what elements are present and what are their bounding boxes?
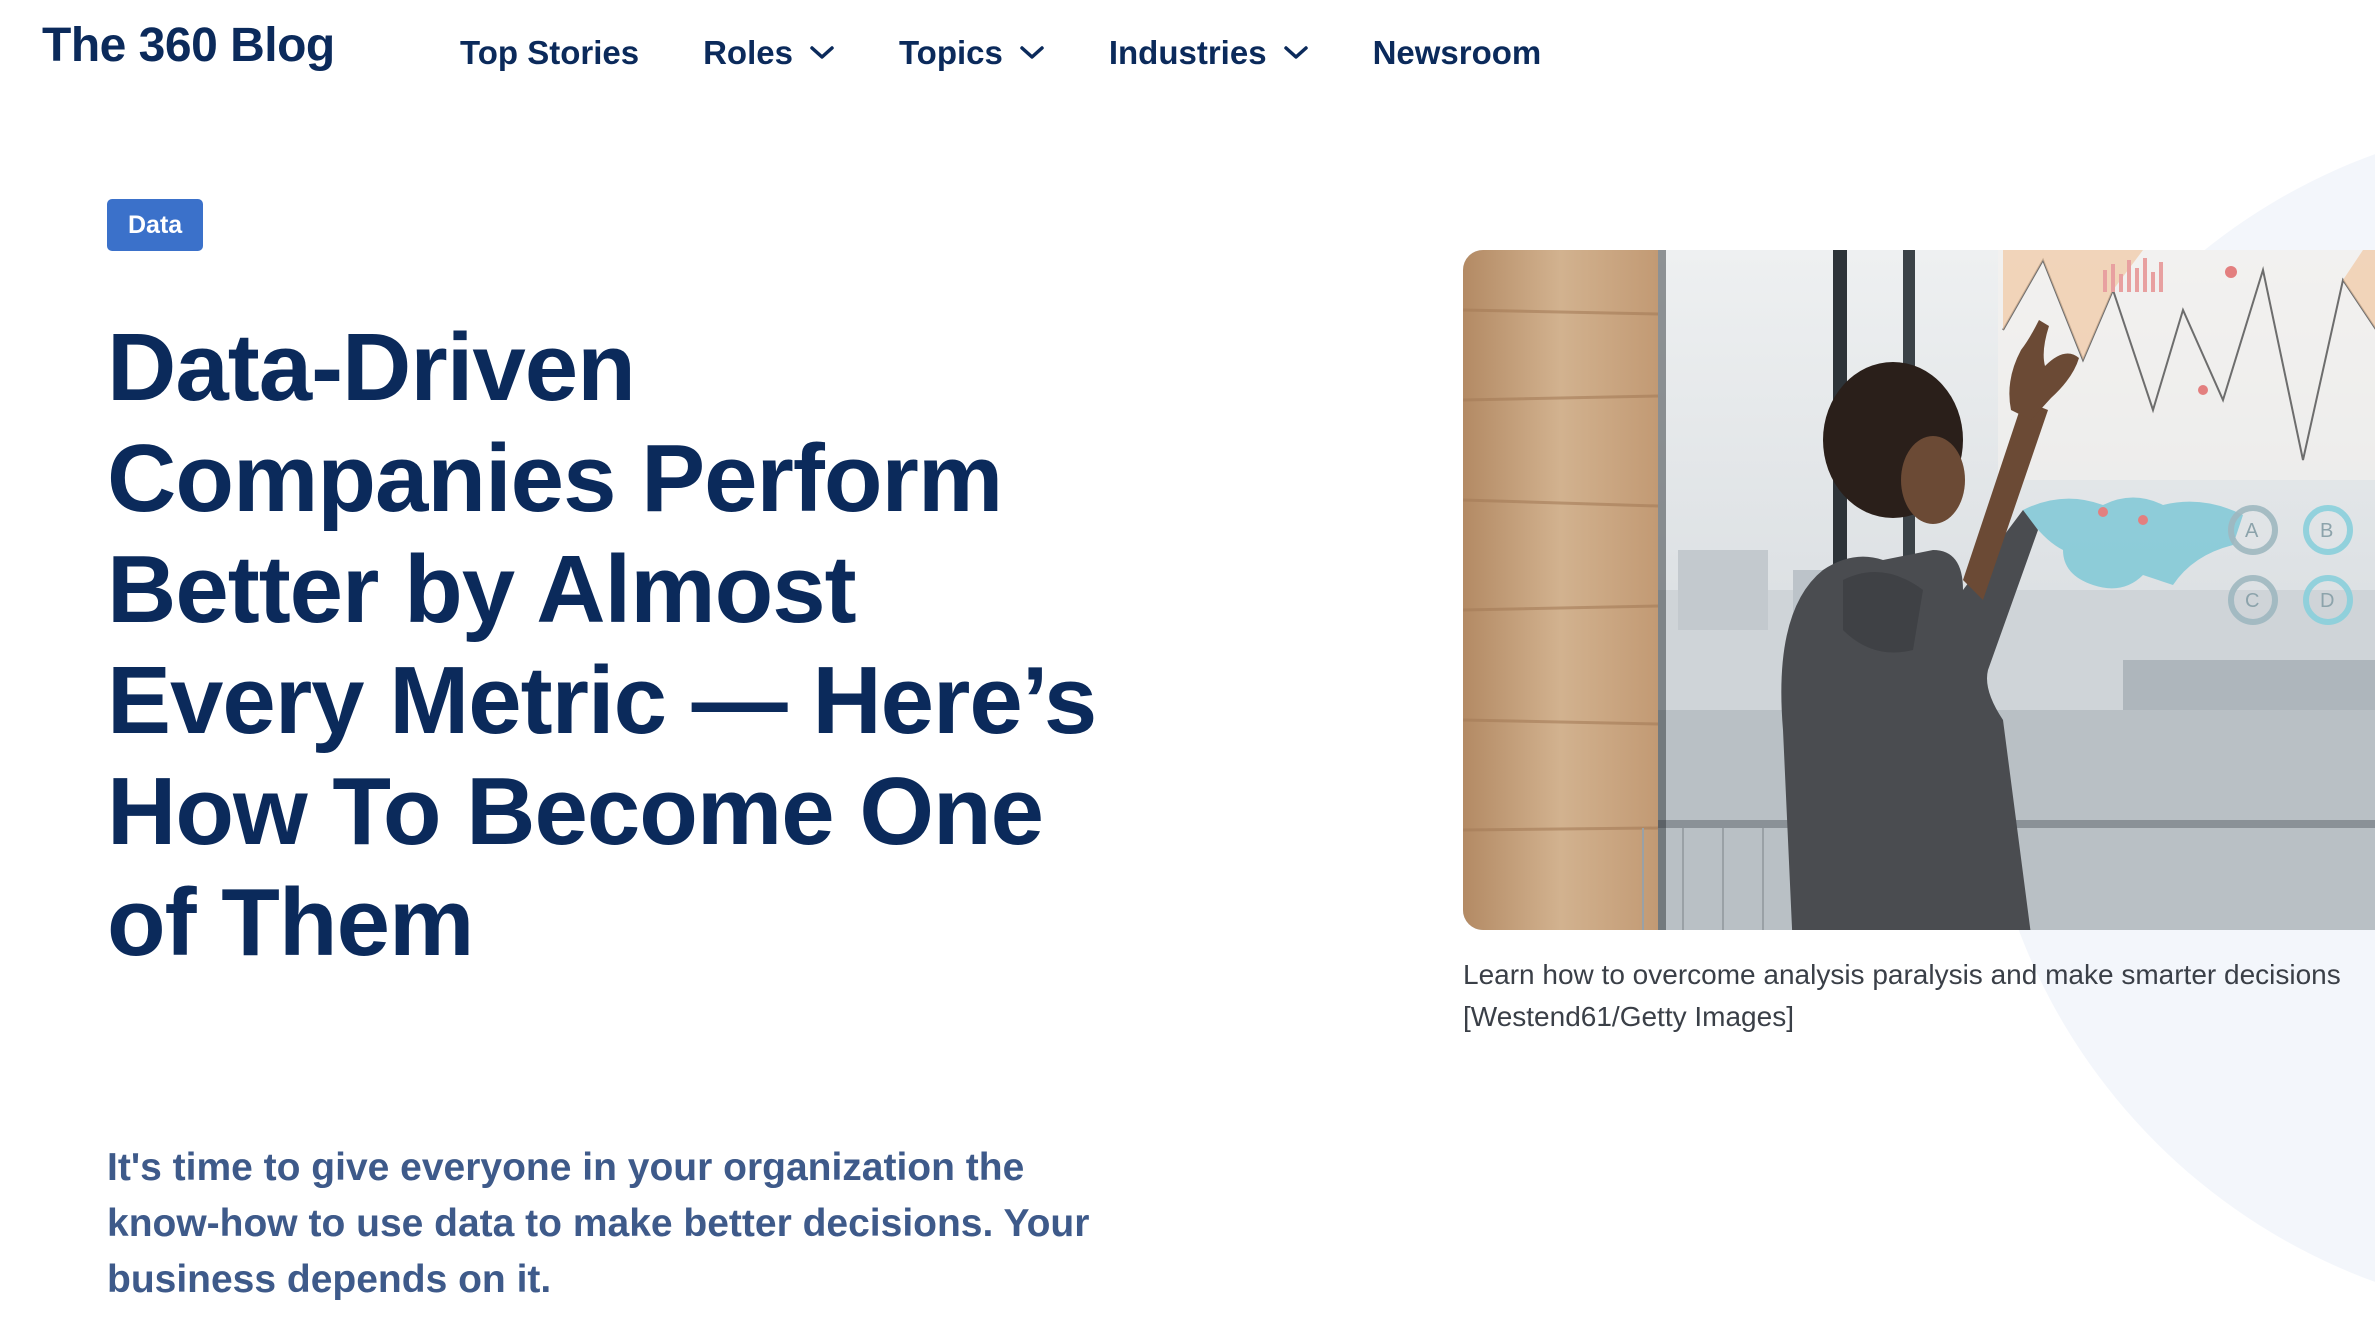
category-badge[interactable]: Data: [107, 199, 204, 251]
nav-label: Industries: [1108, 34, 1267, 71]
image-caption: Learn how to overcome analysis paralysis…: [1463, 954, 2375, 1038]
chevron-down-icon: [1283, 45, 1309, 61]
nav-label: Newsroom: [1372, 34, 1542, 71]
article-title: Data-Driven Companies Perform Better by …: [107, 314, 1097, 976]
nav-label: Roles: [703, 34, 793, 71]
svg-text:C: C: [2245, 590, 2259, 612]
svg-text:D: D: [2320, 590, 2334, 612]
caption-text: Learn how to overcome analysis paralysis…: [1463, 959, 2341, 990]
nav-label: Topics: [898, 34, 1003, 71]
site-logo[interactable]: The 360 Blog: [42, 18, 335, 73]
woman-at-data-wall-photo-icon: A B C D: [1463, 250, 2375, 930]
nav-newsroom[interactable]: Newsroom: [1373, 34, 1542, 72]
site-header: The 360 Blog Top Stories Roles Topics In…: [0, 0, 2375, 110]
nav-top-stories[interactable]: Top Stories: [460, 34, 639, 72]
nav-topics[interactable]: Topics: [899, 34, 1045, 72]
hero-image: A B C D: [1463, 250, 2375, 930]
image-credit: [Westend61/Getty Images]: [1463, 1001, 1794, 1032]
main-nav: Top Stories Roles Topics Industries News…: [460, 28, 1541, 78]
blog-page: The 360 Blog Top Stories Roles Topics In…: [0, 0, 2375, 1336]
chevron-down-icon: [1019, 45, 1045, 61]
chevron-down-icon: [809, 45, 835, 61]
nav-label: Top Stories: [460, 34, 640, 71]
svg-text:B: B: [2320, 520, 2333, 542]
svg-text:A: A: [2245, 520, 2259, 542]
nav-roles[interactable]: Roles: [703, 34, 835, 72]
nav-industries[interactable]: Industries: [1109, 34, 1309, 72]
article-subtitle: It's time to give everyone in your organ…: [107, 1146, 1090, 1301]
